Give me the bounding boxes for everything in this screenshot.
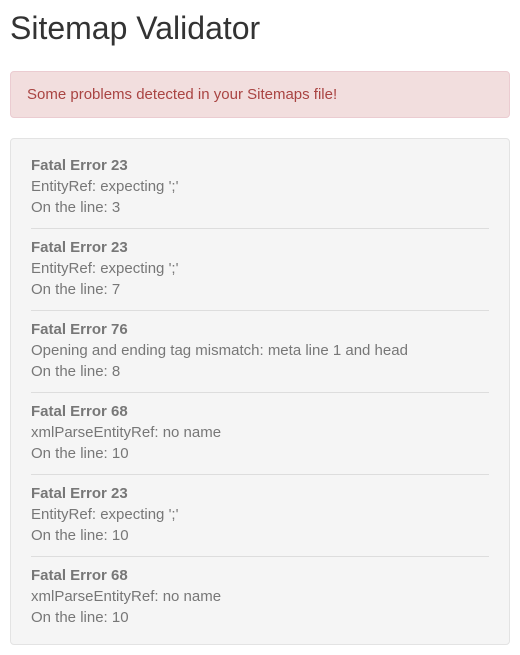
page-title: Sitemap Validator: [10, 10, 510, 47]
error-message: Opening and ending tag mismatch: meta li…: [31, 342, 489, 359]
alert-error: Some problems detected in your Sitemaps …: [10, 71, 510, 118]
error-title: Fatal Error 76: [31, 321, 489, 338]
error-item: Fatal Error 76 Opening and ending tag mi…: [31, 311, 489, 393]
errors-panel: Fatal Error 23 EntityRef: expecting ';' …: [10, 138, 510, 645]
error-title: Fatal Error 68: [31, 567, 489, 584]
error-message: EntityRef: expecting ';': [31, 178, 489, 195]
error-line: On the line: 10: [31, 445, 489, 462]
error-item: Fatal Error 68 xmlParseEntityRef: no nam…: [31, 557, 489, 626]
error-item: Fatal Error 68 xmlParseEntityRef: no nam…: [31, 393, 489, 475]
error-title: Fatal Error 23: [31, 485, 489, 502]
error-line: On the line: 7: [31, 281, 489, 298]
error-line: On the line: 10: [31, 609, 489, 626]
error-title: Fatal Error 23: [31, 239, 489, 256]
error-line: On the line: 3: [31, 199, 489, 216]
error-title: Fatal Error 23: [31, 157, 489, 174]
error-title: Fatal Error 68: [31, 403, 489, 420]
error-message: EntityRef: expecting ';': [31, 260, 489, 277]
error-line: On the line: 8: [31, 363, 489, 380]
error-message: xmlParseEntityRef: no name: [31, 424, 489, 441]
error-message: EntityRef: expecting ';': [31, 506, 489, 523]
error-message: xmlParseEntityRef: no name: [31, 588, 489, 605]
error-item: Fatal Error 23 EntityRef: expecting ';' …: [31, 475, 489, 557]
error-item: Fatal Error 23 EntityRef: expecting ';' …: [31, 229, 489, 311]
error-line: On the line: 10: [31, 527, 489, 544]
error-item: Fatal Error 23 EntityRef: expecting ';' …: [31, 157, 489, 229]
